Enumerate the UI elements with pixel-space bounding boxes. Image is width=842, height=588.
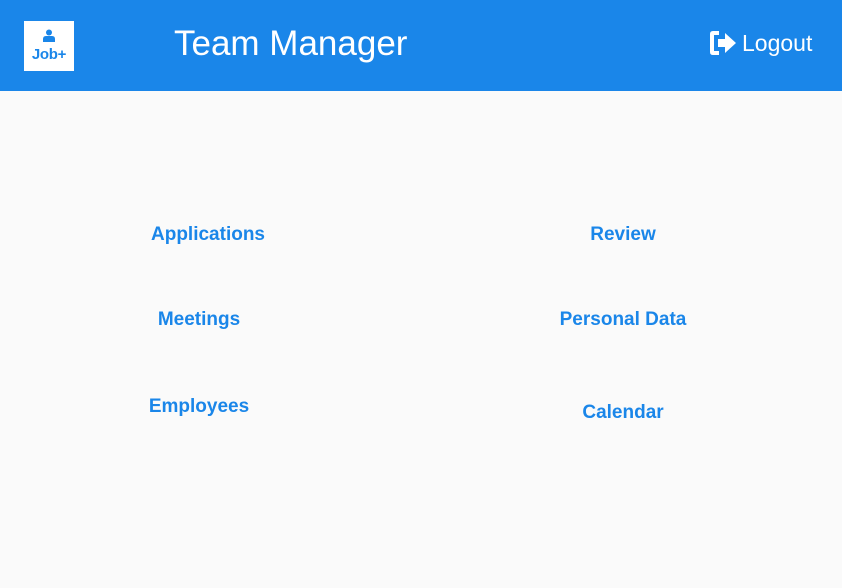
page-title: Team Manager (174, 24, 408, 63)
calendar-link[interactable]: Calendar (582, 402, 663, 424)
review-link[interactable]: Review (590, 224, 655, 246)
logout-label: Logout (742, 29, 813, 56)
app-header: Job+ Team Manager Logout (0, 0, 842, 91)
app-logo: Job+ (24, 21, 74, 71)
personal-data-link[interactable]: Personal Data (560, 309, 687, 331)
applications-link[interactable]: Applications (151, 224, 265, 246)
meetings-link[interactable]: Meetings (158, 309, 240, 331)
logout-button[interactable]: Logout (709, 28, 812, 58)
logout-icon (710, 31, 736, 55)
person-icon (43, 29, 55, 42)
employees-link[interactable]: Employees (149, 396, 249, 418)
logo-text: Job+ (31, 46, 67, 63)
